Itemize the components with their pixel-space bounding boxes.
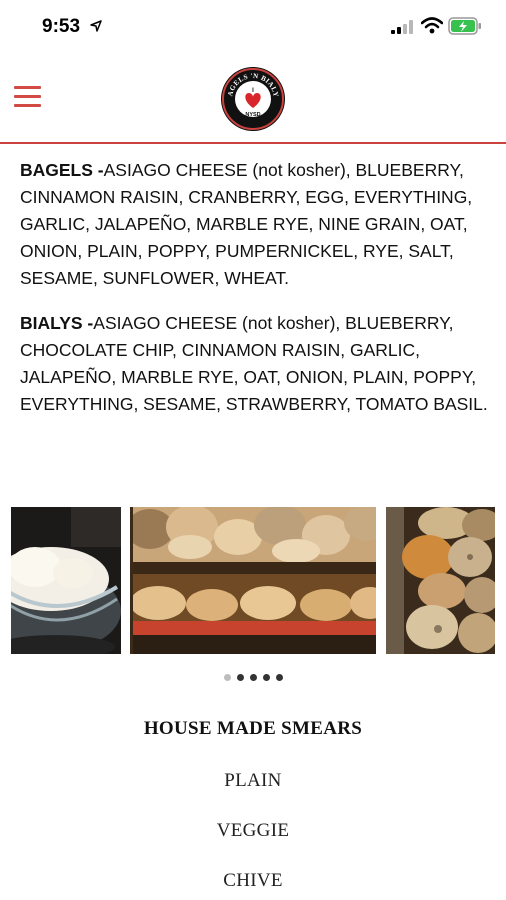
app-screen: 9:53 AGELS 'N BIALY I NYSD BAGELS -ASIAG… xyxy=(0,0,506,900)
battery-charging-icon xyxy=(448,17,481,35)
smear-item-veggie: VEGGIE xyxy=(216,820,290,841)
wifi-icon xyxy=(421,17,443,34)
carousel-dot[interactable] xyxy=(263,674,270,681)
bialys-heading: BIALYS - xyxy=(20,313,94,333)
bagels-paragraph: BAGELS -ASIAGO CHEESE (not kosher), BLUE… xyxy=(20,157,490,292)
carousel-dot[interactable] xyxy=(250,674,257,681)
carousel-dot[interactable] xyxy=(276,674,283,681)
smears-title: HOUSE MADE SMEARS xyxy=(143,718,363,739)
cellular-signal-icon xyxy=(391,20,413,34)
status-time: 9:53 xyxy=(42,16,81,37)
svg-text:NYSD: NYSD xyxy=(245,112,260,118)
carousel-slide-assorted-bagels[interactable] xyxy=(386,507,495,654)
app-header: BAGELS 'N BIALYS I NYSD xyxy=(0,60,506,144)
hamburger-menu-icon[interactable] xyxy=(14,86,41,108)
smear-item-plain: PLAIN xyxy=(224,770,282,791)
carousel-pagination xyxy=(224,674,283,682)
carousel-dot[interactable] xyxy=(224,674,231,681)
menu-description: BAGELS -ASIAGO CHEESE (not kosher), BLUE… xyxy=(20,157,490,436)
bagels-n-bialys-logo[interactable]: BAGELS 'N BIALYS I NYSD xyxy=(220,66,286,132)
location-arrow-icon xyxy=(90,20,102,32)
carousel-dot[interactable] xyxy=(237,674,244,681)
carousel-slide-cream-cheese[interactable] xyxy=(11,507,121,654)
smear-item-chive: CHIVE xyxy=(223,870,283,891)
carousel-slide-bagel-racks[interactable] xyxy=(130,507,376,654)
status-bar: 9:53 xyxy=(0,0,506,56)
photo-carousel[interactable] xyxy=(11,507,495,654)
bagels-heading: BAGELS - xyxy=(20,160,104,180)
bialys-paragraph: BIALYS -ASIAGO CHEESE (not kosher), BLUE… xyxy=(20,310,490,418)
